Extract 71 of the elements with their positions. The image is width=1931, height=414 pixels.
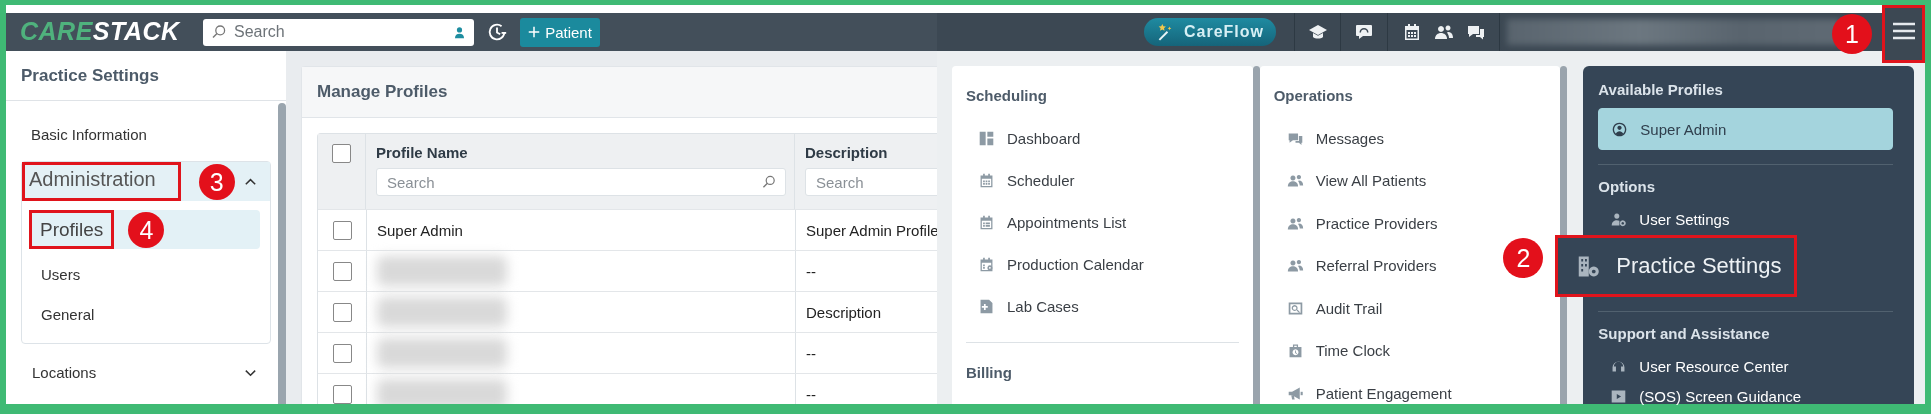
column-header: Profile Name [376, 144, 468, 161]
menu-item[interactable]: Practice Settings [1555, 235, 1798, 297]
gauge-chat-icon[interactable] [1354, 22, 1374, 42]
menu-item[interactable]: Practice Providers [1273, 202, 1438, 245]
scrollbar[interactable] [278, 103, 286, 404]
careflow-button[interactable]: CareFlow [1144, 18, 1276, 46]
search-icon [761, 174, 777, 190]
table-cell: -- [806, 344, 816, 362]
search-icon [211, 24, 227, 40]
add-patient-button[interactable]: Patient [520, 17, 600, 47]
sidebar-subitem[interactable]: Users [29, 254, 260, 294]
table-cell: Super Admin Profile [806, 221, 937, 239]
table-cell: Description [806, 303, 882, 321]
sidebar-subitem[interactable]: General [29, 294, 260, 334]
sidebar-title: Practice Settings [21, 65, 159, 86]
subitem-label: Profiles [29, 210, 115, 249]
person-icon[interactable] [453, 25, 466, 39]
table-cell: -- [806, 262, 816, 280]
history-icon[interactable] [486, 21, 508, 43]
sidebar-subitem[interactable]: Profiles 4 [29, 210, 260, 249]
profile-item[interactable]: Super Admin [1598, 108, 1893, 150]
calendar-gear-icon [978, 255, 995, 273]
row-checkbox[interactable] [332, 302, 352, 322]
step-number: 1 [1832, 14, 1872, 54]
select-all-checkbox[interactable] [332, 144, 351, 163]
menu-item[interactable]: Messages [1273, 117, 1385, 160]
sidebar-item[interactable]: Basic Information [21, 116, 271, 154]
menu-item[interactable]: Audit Trail [1273, 287, 1383, 330]
menu-item[interactable]: User Resource Center [1598, 352, 1893, 380]
menu-item[interactable]: Dashboard [966, 117, 1081, 159]
menu-item[interactable]: Production Calendar [966, 243, 1144, 285]
section-heading: Support and Assistance [1598, 324, 1771, 344]
scrollbar[interactable] [1252, 66, 1260, 404]
section-heading: Operations [1273, 86, 1354, 106]
search-field[interactable]: Search [203, 18, 474, 46]
menu-item[interactable]: Appointments List [966, 201, 1127, 243]
row-checkbox[interactable] [332, 384, 352, 404]
menu-item[interactable]: Scheduler [966, 159, 1075, 201]
calendar-list-icon [978, 213, 995, 231]
section-heading: Scheduling [966, 86, 1048, 106]
section-heading: Billing [966, 363, 1013, 383]
table-cell: -- [806, 385, 816, 403]
logo: CARESTACK [20, 16, 181, 48]
magic-wand-icon [1156, 23, 1174, 41]
layout-icon [978, 129, 995, 147]
page-title: Manage Profiles [317, 82, 448, 102]
row-checkbox[interactable] [332, 261, 352, 281]
step-number: 4 [128, 212, 165, 248]
step-number: 3 [198, 164, 235, 200]
menu-item[interactable]: Lab Cases [966, 285, 1079, 327]
menu-item[interactable]: (SOS) Screen Guidance [1598, 382, 1893, 410]
row-checkbox[interactable] [332, 343, 352, 363]
plus-icon [528, 26, 541, 38]
menu-item[interactable]: Referral Providers [1273, 244, 1437, 287]
document-plus-icon [978, 297, 995, 315]
calendar-icon [978, 171, 995, 189]
sidebar-group-header[interactable]: Administration 3 [22, 162, 270, 201]
section-heading: Options [1598, 177, 1656, 197]
menu-item[interactable]: View All Patients [1273, 159, 1427, 202]
menu-item[interactable]: User Settings [1598, 205, 1893, 233]
row-checkbox[interactable] [332, 220, 352, 240]
menu-icon [1891, 21, 1916, 41]
sidebar-item[interactable]: Locations [22, 353, 270, 392]
menu-item[interactable]: Patient Engagement [1273, 372, 1452, 404]
group-label: Administration [22, 162, 181, 201]
menu-button[interactable] [1882, 5, 1925, 63]
table-cell: Super Admin [377, 221, 463, 239]
menu-item[interactable]: Time Clock [1273, 329, 1391, 372]
group-label: Locations [31, 364, 97, 381]
section-heading: Available Profiles [1598, 80, 1724, 100]
column-header: Description [805, 144, 888, 161]
